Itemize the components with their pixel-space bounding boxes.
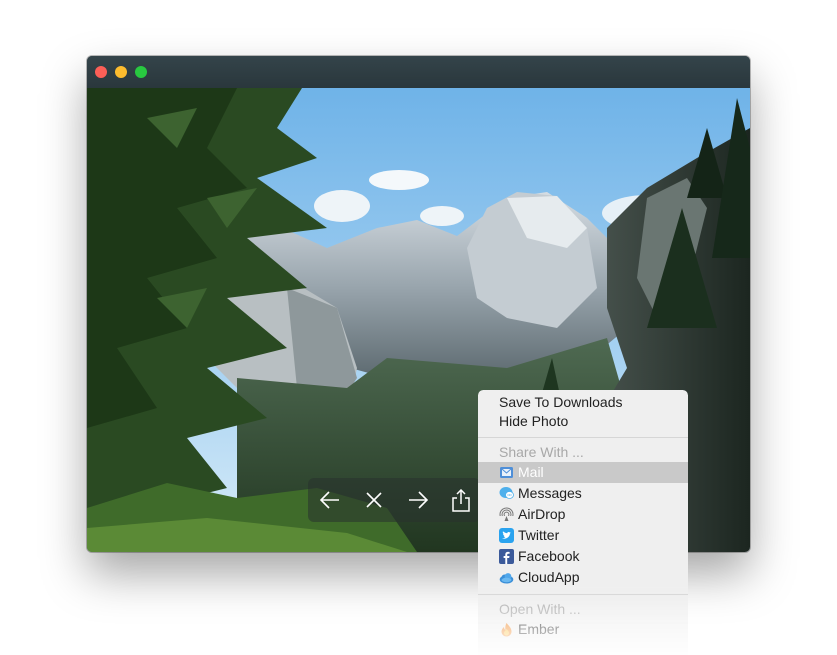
menu-separator	[478, 594, 688, 595]
mail-icon	[500, 467, 513, 478]
minimize-window-button[interactable]	[115, 66, 127, 78]
airdrop-icon	[499, 507, 514, 522]
menu-item-cloudapp[interactable]: CloudApp	[478, 567, 688, 588]
messages-icon	[499, 487, 514, 499]
share-button[interactable]	[441, 478, 481, 522]
menu-item-save-to-downloads[interactable]: Save To Downloads	[478, 392, 688, 413]
close-icon	[366, 492, 382, 508]
share-menu: Save To Downloads Hide Photo Share With …	[478, 390, 688, 655]
previous-button[interactable]	[310, 478, 350, 522]
photo-toolbar	[308, 478, 480, 522]
share-with-header: Share With ...	[499, 444, 584, 460]
menu-item-facebook[interactable]: Facebook	[478, 546, 688, 567]
menu-item-label: Mail	[518, 464, 544, 480]
close-window-button[interactable]	[95, 66, 107, 78]
twitter-icon	[499, 528, 514, 543]
menu-item-mail[interactable]: Mail	[478, 462, 688, 483]
cloudapp-icon	[499, 573, 514, 584]
share-icon	[452, 489, 470, 512]
menu-item-label: Messages	[518, 485, 582, 501]
open-with-header: Open With ...	[499, 601, 581, 617]
menu-item-label: Save To Downloads	[499, 394, 623, 410]
menu-separator	[478, 437, 688, 438]
menu-item-label: Ember	[518, 621, 560, 637]
title-bar	[87, 56, 750, 88]
ember-icon	[501, 623, 512, 637]
menu-item-label: CloudApp	[518, 569, 580, 585]
menu-item-label: Facebook	[518, 548, 580, 564]
menu-item-label: Hide Photo	[499, 413, 569, 429]
menu-item-label: Twitter	[518, 527, 560, 543]
menu-item-label: AirDrop	[518, 506, 566, 522]
menu-item-hide-photo[interactable]: Hide Photo	[478, 411, 688, 432]
menu-item-ember[interactable]: Ember	[478, 619, 688, 640]
facebook-icon	[499, 549, 514, 564]
close-button[interactable]	[354, 478, 394, 522]
arrow-left-icon	[320, 491, 339, 509]
menu-item-messages[interactable]: Messages	[478, 483, 688, 504]
menu-item-twitter[interactable]: Twitter	[478, 525, 688, 546]
arrow-right-icon	[409, 491, 428, 509]
next-button[interactable]	[398, 478, 438, 522]
menu-item-airdrop[interactable]: AirDrop	[478, 504, 688, 525]
zoom-window-button[interactable]	[135, 66, 147, 78]
